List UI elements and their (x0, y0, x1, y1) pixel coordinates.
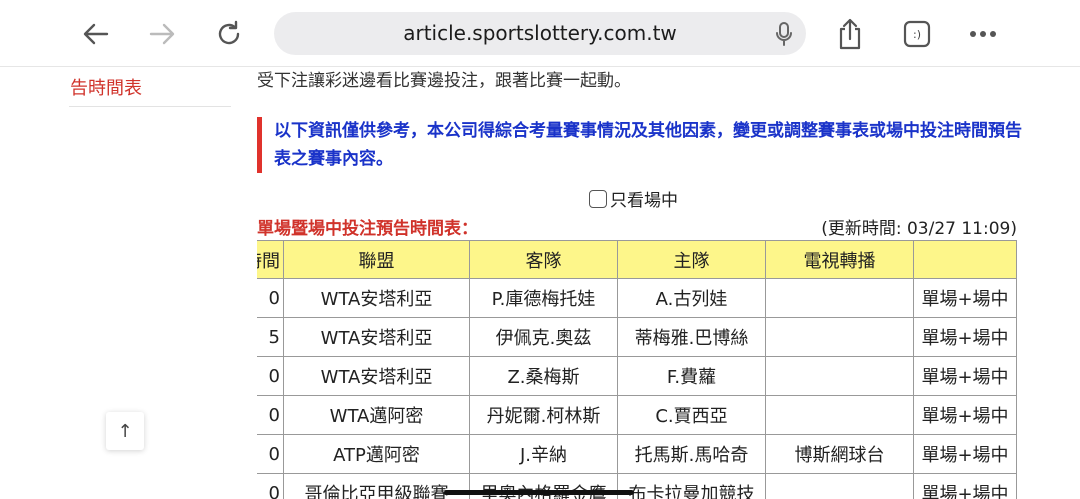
in-play-filter-label: 只看場中 (610, 191, 678, 211)
cell-away-team: Z.桑梅斯 (470, 357, 618, 396)
cell-home-team: 布卡拉曼加競技 (618, 474, 766, 499)
cell-away-team: 丹妮爾.柯林斯 (470, 396, 618, 435)
table-row: 0 ATP邁阿密 J.辛納 托馬斯.馬哈奇 博斯網球台 單場+場中 (232, 435, 1017, 474)
reload-icon (218, 20, 240, 45)
header-away-team: 客隊 (470, 240, 618, 279)
share-button[interactable] (830, 14, 870, 54)
cell-league: WTA安塔利亞 (284, 318, 470, 357)
cell-league: WTA安塔利亞 (284, 357, 470, 396)
cell-type: 單場+場中 (914, 474, 1017, 499)
header-tv: 電視轉播 (766, 240, 914, 279)
address-bar[interactable]: article.sportslottery.com.tw (274, 12, 806, 55)
cell-type: 單場+場中 (914, 435, 1017, 474)
table-header-row: 時間 聯盟 客隊 主隊 電視轉播 (232, 240, 1017, 279)
reload-button[interactable] (209, 14, 249, 54)
back-button[interactable] (76, 14, 116, 54)
cell-home-team: 蒂梅雅.巴博絲 (618, 318, 766, 357)
header-league: 聯盟 (284, 240, 470, 279)
cell-tv (766, 396, 914, 435)
sidebar-divider (69, 106, 231, 107)
cell-away-team: J.辛納 (470, 435, 618, 474)
up-arrow-icon: ↑ (117, 420, 133, 442)
cell-league: 哥倫比亞甲級聯賽 (284, 474, 470, 499)
scroll-to-top-button[interactable]: ↑ (106, 412, 144, 450)
cell-tv: 博斯網球台 (766, 435, 914, 474)
cell-home-team: C.賈西亞 (618, 396, 766, 435)
browser-toolbar: article.sportslottery.com.tw :) (0, 0, 1080, 67)
cell-type: 單場+場中 (914, 318, 1017, 357)
intro-text: 受下注讓彩迷邊看比賽邊投注，跟著比賽一起動。 (257, 71, 631, 91)
cell-home-team: A.古列娃 (618, 279, 766, 318)
cell-type: 單場+場中 (914, 396, 1017, 435)
updated-time: (更新時間: 03/27 11:09) (821, 219, 1017, 239)
cell-away-team: 伊佩克.奧茲 (470, 318, 618, 357)
sidebar-link-schedule[interactable]: 告時間表 (70, 74, 142, 100)
tabs-button[interactable]: :) (897, 14, 937, 54)
table-scroll-mask (232, 240, 257, 499)
microphone-icon[interactable] (774, 21, 794, 47)
cell-league: WTA邁阿密 (284, 396, 470, 435)
cell-home-team: 托馬斯.馬哈奇 (618, 435, 766, 474)
disclaimer-notice: 以下資訊僅供參考，本公司得綜合考量賽事情況及其他因素，變更或調整賽事表或場中投注… (257, 117, 1034, 173)
more-menu-button[interactable] (963, 14, 1003, 54)
cell-away-team: 里奧內格羅金鷹 (470, 474, 618, 499)
schedule-table: 時間 聯盟 客隊 主隊 電視轉播 0 WTA安塔利亞 P.庫德梅托娃 A.古列娃… (232, 240, 1017, 499)
url-text: article.sportslottery.com.tw (403, 21, 677, 45)
in-play-filter[interactable]: 只看場中 (589, 186, 678, 211)
share-icon (839, 18, 861, 50)
table-row: 0 WTA安塔利亞 Z.桑梅斯 F.費蘿 單場+場中 (232, 357, 1017, 396)
header-home-team: 主隊 (618, 240, 766, 279)
table-row: 0 WTA安塔利亞 P.庫德梅托娃 A.古列娃 單場+場中 (232, 279, 1017, 318)
table-row: 5 WTA安塔利亞 伊佩克.奧茲 蒂梅雅.巴博絲 單場+場中 (232, 318, 1017, 357)
cell-tv (766, 279, 914, 318)
forward-arrow-icon (149, 23, 175, 45)
cell-league: ATP邁阿密 (284, 435, 470, 474)
cell-type: 單場+場中 (914, 279, 1017, 318)
cell-tv (766, 357, 914, 396)
cell-type: 單場+場中 (914, 357, 1017, 396)
cell-away-team: P.庫德梅托娃 (470, 279, 618, 318)
table-row: 0 哥倫比亞甲級聯賽 里奧內格羅金鷹 布卡拉曼加競技 單場+場中 (232, 474, 1017, 499)
more-icon (970, 31, 996, 37)
header-type (914, 240, 1017, 279)
in-play-checkbox[interactable] (589, 189, 607, 208)
table-row: 0 WTA邁阿密 丹妮爾.柯林斯 C.賈西亞 單場+場中 (232, 396, 1017, 435)
cell-tv (766, 318, 914, 357)
back-arrow-icon (83, 23, 109, 45)
home-indicator[interactable] (444, 490, 634, 495)
forward-button[interactable] (142, 14, 182, 54)
cell-tv (766, 474, 914, 499)
tabs-label: :) (913, 27, 921, 41)
cell-home-team: F.費蘿 (618, 357, 766, 396)
cell-league: WTA安塔利亞 (284, 279, 470, 318)
schedule-title: 單場暨場中投注預告時間表： (257, 219, 478, 239)
